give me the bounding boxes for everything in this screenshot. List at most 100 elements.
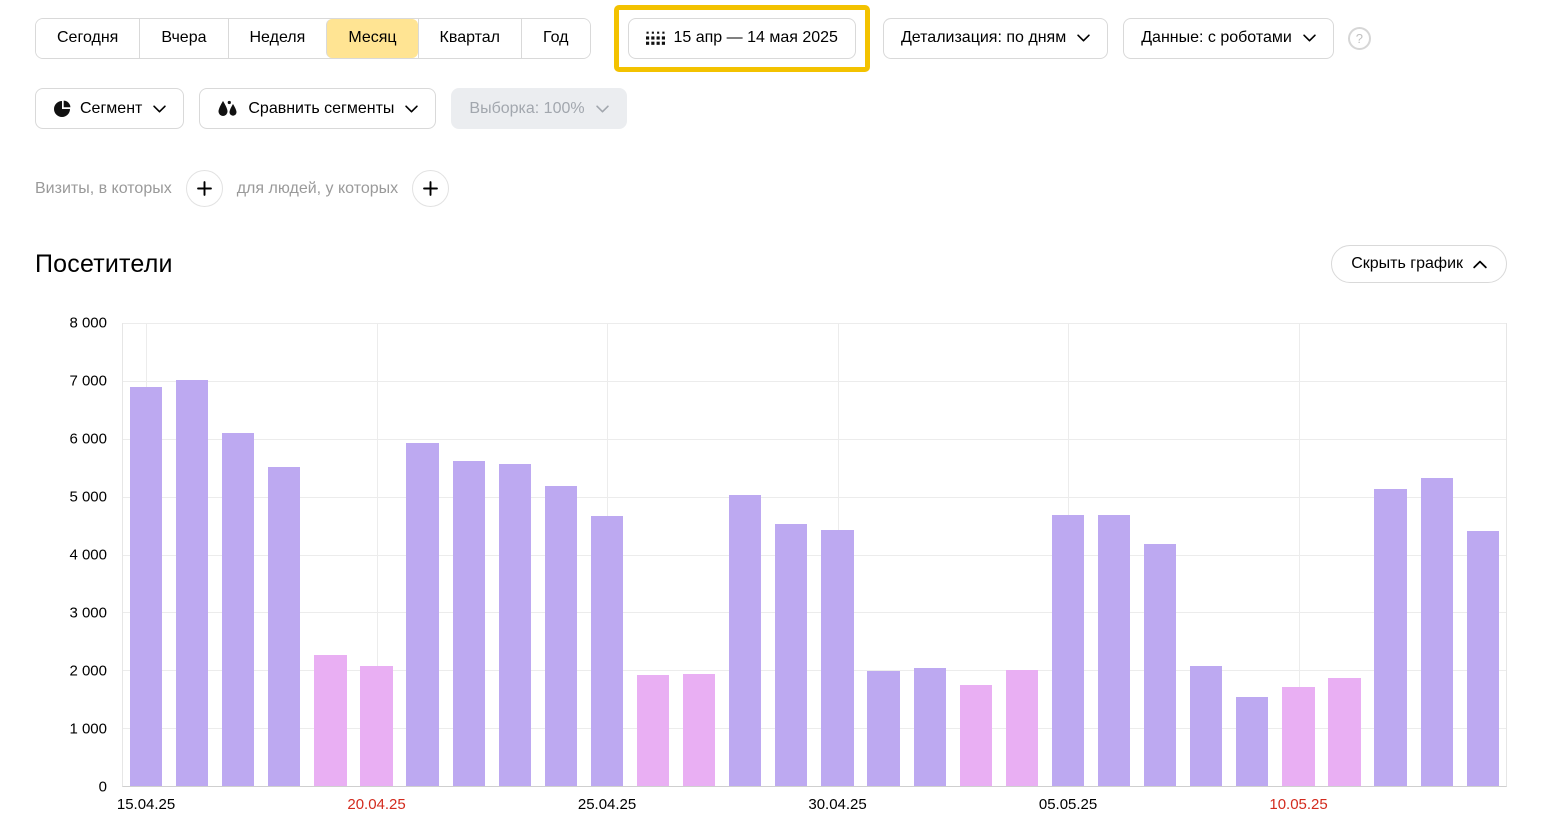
bar-07.05.25[interactable] <box>1144 544 1176 786</box>
bar-slot <box>1091 323 1137 786</box>
bar-02.05.25[interactable] <box>914 668 946 786</box>
bar-slot <box>1321 323 1367 786</box>
bar-slot <box>584 323 630 786</box>
bar-28.04.25[interactable] <box>729 495 761 786</box>
y-axis-labels: 01 0002 0003 0004 0005 0006 0007 0008 00… <box>47 323 107 787</box>
period-tab-Месяц[interactable]: Месяц <box>326 19 417 58</box>
segment-label: Сегмент <box>80 100 142 118</box>
period-tab-Вчера[interactable]: Вчера <box>139 19 227 58</box>
y-tick-label: 5 000 <box>69 489 107 506</box>
visitors-bar-chart: 01 0002 0003 0004 0005 0006 0007 0008 00… <box>47 323 1507 787</box>
bar-slot <box>1183 323 1229 786</box>
bar-slot <box>907 323 953 786</box>
help-icon[interactable]: ? <box>1348 27 1371 50</box>
bar-slot <box>953 323 999 786</box>
y-tick-label: 3 000 <box>69 605 107 622</box>
bar-16.04.25[interactable] <box>176 380 208 786</box>
page-title: Посетители <box>35 250 173 279</box>
y-tick-label: 2 000 <box>69 663 107 680</box>
bar-03.05.25[interactable] <box>960 685 992 786</box>
bar-slot <box>492 323 538 786</box>
bar-20.04.25[interactable] <box>360 666 392 786</box>
bar-06.05.25[interactable] <box>1098 515 1130 786</box>
bar-04.05.25[interactable] <box>1006 670 1038 786</box>
chevron-down-icon <box>153 105 166 113</box>
bar-09.05.25[interactable] <box>1236 697 1268 786</box>
bar-17.04.25[interactable] <box>222 433 254 786</box>
hide-chart-label: Скрыть график <box>1351 255 1463 273</box>
bar-slot <box>630 323 676 786</box>
date-range-label: 15 апр — 14 мая 2025 <box>674 29 838 47</box>
period-tab-Год[interactable]: Год <box>521 19 589 58</box>
y-tick-label: 1 000 <box>69 721 107 738</box>
bar-slot <box>861 323 907 786</box>
bar-21.04.25[interactable] <box>406 443 438 786</box>
compare-segments-label: Сравнить сегменты <box>248 100 394 118</box>
period-tab-Неделя[interactable]: Неделя <box>228 19 327 58</box>
bar-slot <box>400 323 446 786</box>
x-tick-label-20.04.25: 20.04.25 <box>347 796 405 813</box>
bar-slot <box>768 323 814 786</box>
calendar-grid-icon <box>646 31 665 46</box>
chevron-down-icon <box>596 105 609 113</box>
date-range-button[interactable]: 15 апр — 14 мая 2025 <box>628 18 856 59</box>
y-tick-label: 4 000 <box>69 547 107 564</box>
visits-filter-label: Визиты, в которых <box>35 180 172 198</box>
filters-row: Визиты, в которых для людей, у которых <box>35 170 1559 207</box>
chevron-up-icon <box>1473 260 1487 269</box>
section-header: Посетители Скрыть график <box>35 245 1507 283</box>
bar-slot <box>353 323 399 786</box>
bar-14.05.25[interactable] <box>1467 531 1499 786</box>
bar-15.04.25[interactable] <box>130 387 162 786</box>
bar-slot <box>538 323 584 786</box>
bar-25.04.25[interactable] <box>591 516 623 786</box>
bar-10.05.25[interactable] <box>1282 687 1314 786</box>
bar-18.04.25[interactable] <box>268 467 300 786</box>
bar-08.05.25[interactable] <box>1190 666 1222 786</box>
pie-segment-icon <box>53 100 71 118</box>
detalization-dropdown[interactable]: Детализация: по дням <box>883 18 1108 59</box>
bar-slot <box>123 323 169 786</box>
bar-29.04.25[interactable] <box>775 524 807 786</box>
bar-slot <box>261 323 307 786</box>
y-tick-label: 8 000 <box>69 315 107 332</box>
bar-19.04.25[interactable] <box>314 655 346 786</box>
chevron-down-icon <box>1303 34 1316 42</box>
period-tab-Квартал[interactable]: Квартал <box>418 19 521 58</box>
toolbar-row-periods: СегодняВчераНеделяМесяцКварталГод 15 апр… <box>35 7 1559 69</box>
y-tick-label: 7 000 <box>69 373 107 390</box>
bar-24.04.25[interactable] <box>545 486 577 786</box>
bar-11.05.25[interactable] <box>1328 678 1360 786</box>
x-tick-label-30.04.25: 30.04.25 <box>808 796 866 813</box>
hide-chart-button[interactable]: Скрыть график <box>1331 245 1507 283</box>
bar-27.04.25[interactable] <box>683 674 715 786</box>
bars-layer <box>123 323 1506 786</box>
bar-01.05.25[interactable] <box>867 671 899 786</box>
segment-dropdown[interactable]: Сегмент <box>35 88 184 129</box>
period-tabs: СегодняВчераНеделяМесяцКварталГод <box>35 18 591 59</box>
data-robots-dropdown[interactable]: Данные: с роботами <box>1123 18 1334 59</box>
bar-slot <box>1045 323 1091 786</box>
plus-icon <box>423 181 438 196</box>
bar-05.05.25[interactable] <box>1052 515 1084 786</box>
period-tab-Сегодня[interactable]: Сегодня <box>36 19 139 58</box>
bar-slot <box>722 323 768 786</box>
add-visits-filter-button[interactable] <box>186 170 223 207</box>
data-robots-label: Данные: с роботами <box>1141 29 1292 47</box>
x-tick-label-15.04.25: 15.04.25 <box>117 796 175 813</box>
bar-slot <box>215 323 261 786</box>
bar-23.04.25[interactable] <box>499 464 531 786</box>
bar-12.05.25[interactable] <box>1374 489 1406 786</box>
bar-slot <box>999 323 1045 786</box>
date-range-highlight-annotation: 15 апр — 14 мая 2025 <box>614 5 870 72</box>
plus-icon <box>197 181 212 196</box>
x-tick-label-10.05.25: 10.05.25 <box>1269 796 1327 813</box>
bar-22.04.25[interactable] <box>453 461 485 786</box>
chevron-down-icon <box>405 105 418 113</box>
compare-segments-dropdown[interactable]: Сравнить сегменты <box>199 88 436 129</box>
bar-13.05.25[interactable] <box>1421 478 1453 786</box>
bar-26.04.25[interactable] <box>637 675 669 786</box>
add-people-filter-button[interactable] <box>412 170 449 207</box>
bar-30.04.25[interactable] <box>821 530 853 786</box>
sampling-dropdown: Выборка: 100% <box>451 88 626 129</box>
